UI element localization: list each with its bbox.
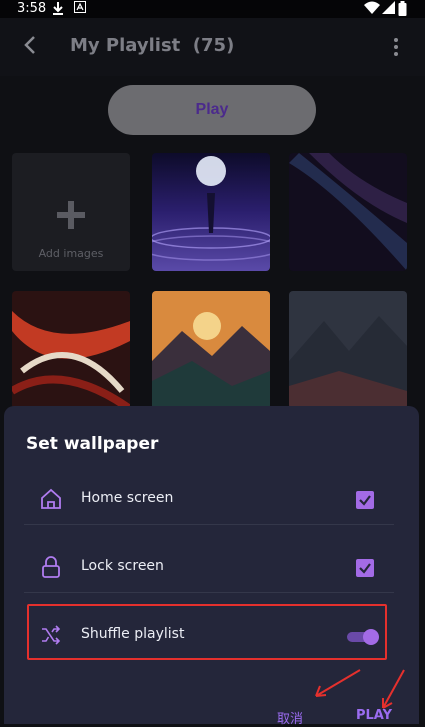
wallpaper-image <box>289 153 407 271</box>
sheet-title: Set wallpaper <box>26 434 159 454</box>
play-button[interactable]: Play <box>108 85 316 135</box>
status-bar: 3:58 <box>0 0 425 18</box>
cancel-button[interactable]: 取消 <box>277 708 303 727</box>
checkmark-icon <box>359 563 371 574</box>
annotation-arrow-icon <box>315 669 361 697</box>
wallpaper-image <box>289 291 407 409</box>
wallpaper-image <box>12 291 130 409</box>
app-bar: My Playlist (75) <box>0 18 425 76</box>
lock-screen-label: Lock screen <box>81 558 164 574</box>
divider <box>24 524 394 525</box>
add-images-label: Add images <box>38 247 104 260</box>
checkmark-icon <box>359 495 371 506</box>
lock-icon <box>42 556 60 578</box>
home-screen-option[interactable]: Home screen <box>24 474 394 526</box>
wallpaper-thumbnail[interactable] <box>152 291 270 409</box>
wallpaper-thumbnail[interactable] <box>152 153 270 271</box>
signal-icon <box>382 1 395 14</box>
annotation-arrow-icon <box>382 669 405 709</box>
home-screen-checkbox[interactable] <box>356 491 374 509</box>
playlist-title: My Playlist (75) <box>70 35 235 56</box>
battery-icon <box>398 1 407 16</box>
wallpaper-thumbnail[interactable] <box>289 291 407 409</box>
lock-screen-checkbox[interactable] <box>356 559 374 577</box>
status-time: 3:58 <box>17 1 47 16</box>
wallpaper-thumbnail[interactable] <box>289 153 407 271</box>
annotation-highlight-box <box>27 604 387 660</box>
app-notification-icon <box>74 1 86 13</box>
add-images-tile[interactable]: Add images <box>12 153 130 271</box>
play-action-button[interactable]: PLAY <box>356 708 392 723</box>
download-icon <box>53 2 63 15</box>
wallpaper-image <box>152 291 270 409</box>
wallpaper-image <box>152 153 270 271</box>
lock-screen-option[interactable]: Lock screen <box>24 542 394 594</box>
more-options-icon[interactable] <box>389 36 403 58</box>
back-arrow-icon[interactable] <box>20 34 42 56</box>
wallpaper-thumbnail[interactable] <box>12 291 130 409</box>
home-screen-label: Home screen <box>81 490 174 506</box>
home-icon <box>41 488 61 509</box>
wifi-icon <box>364 1 380 14</box>
divider <box>24 592 394 593</box>
plus-icon <box>57 201 85 229</box>
